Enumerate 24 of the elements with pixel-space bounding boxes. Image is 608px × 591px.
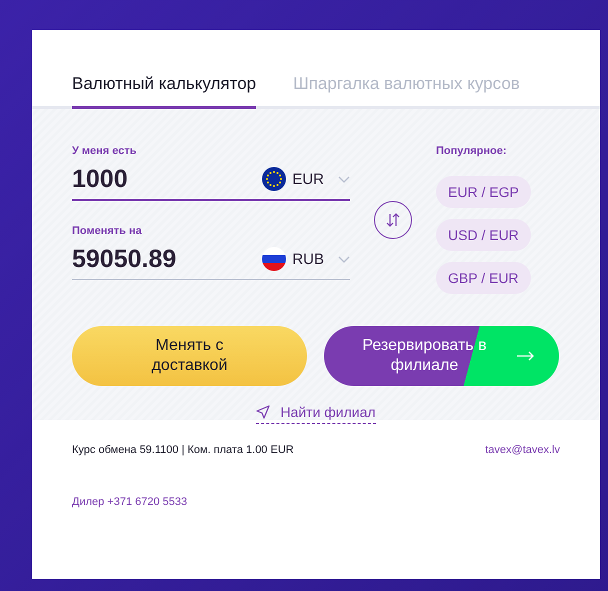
currency-select[interactable]: EUR <box>262 167 350 191</box>
field-label: У меня есть <box>72 145 138 157</box>
currency-select[interactable]: RUB <box>262 247 350 271</box>
delivery-button[interactable]: Менять с доставкой <box>72 326 307 386</box>
reserve-button[interactable]: Резервировать в филиале <box>324 326 559 386</box>
flag-icon <box>262 167 286 191</box>
chevron-down-icon <box>338 176 350 182</box>
amount-field[interactable]: 1000 EUR <box>72 159 350 201</box>
chevron-down-icon <box>338 256 350 262</box>
swap-button[interactable] <box>374 200 412 238</box>
find-branch-link[interactable]: Найти филиал <box>256 404 376 424</box>
field-label: Поменять на <box>72 225 143 237</box>
rate-text: Курс обмена 59.1100 | Ком. плата 1.00 EUR <box>72 444 294 456</box>
swap-arrows-icon <box>384 212 402 228</box>
flag-icon <box>262 247 286 271</box>
arrow-right-icon <box>517 351 535 361</box>
email-link[interactable]: tavex@tavex.lv <box>485 444 560 456</box>
navigation-icon <box>256 405 270 419</box>
dealer-link[interactable]: Дилер +371 6720 5533 <box>72 496 188 508</box>
currency-pair-chip[interactable]: GBP / EUR <box>436 262 531 294</box>
popular-title: Популярное: <box>436 145 508 157</box>
currency-pair-chip[interactable]: USD / EUR <box>436 219 531 251</box>
amount-field[interactable]: 59050.89 RUB <box>72 239 350 280</box>
currency-pair-chip[interactable]: EUR / EGP <box>436 176 531 208</box>
